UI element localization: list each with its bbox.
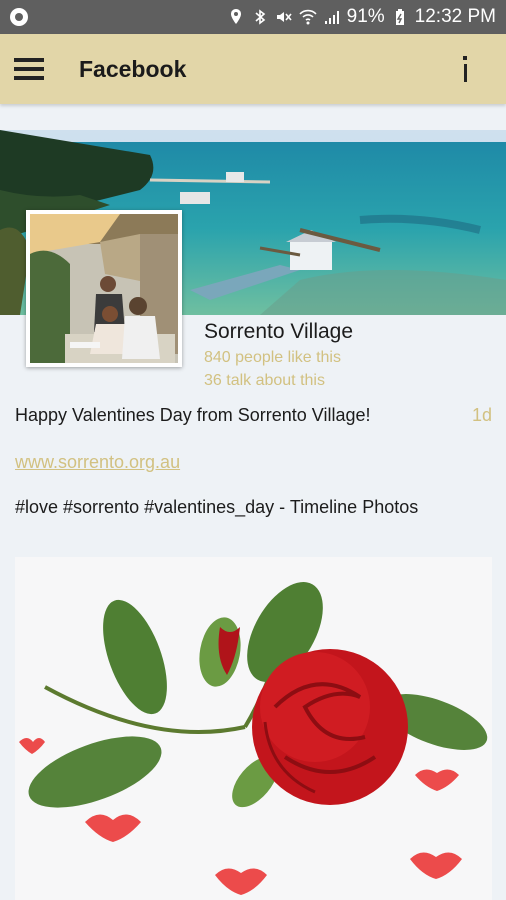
page-name[interactable]: Sorrento Village [204,320,353,344]
signal-icon [324,11,339,24]
post-link[interactable]: www.sorrento.org.au [15,452,180,473]
post-time: 1d [471,405,492,425]
app-bar: Facebook [0,34,506,104]
app-notification-icon [10,8,28,26]
wifi-icon [299,9,317,25]
bluetooth-icon [255,9,265,25]
hamburger-menu-icon[interactable] [14,49,54,89]
battery-icon [395,9,404,25]
likes-count: 840 people like this [204,349,341,366]
status-bar: 91% 12:32 PM [0,0,506,34]
mute-icon [276,12,292,22]
location-icon [230,9,241,24]
post-photo[interactable] [15,557,492,900]
talking-count: 36 talk about this [204,372,325,389]
post-tags: #love #sorrento #valentines_day - Timeli… [15,497,419,517]
post-text: Happy Valentines Day from Sorrento Villa… [15,405,371,425]
info-icon[interactable] [460,56,470,84]
app-title: Facebook [79,55,187,82]
battery-percent: 91% [346,6,385,27]
clock: 12:32 PM [414,6,496,27]
profile-picture[interactable] [26,210,182,367]
